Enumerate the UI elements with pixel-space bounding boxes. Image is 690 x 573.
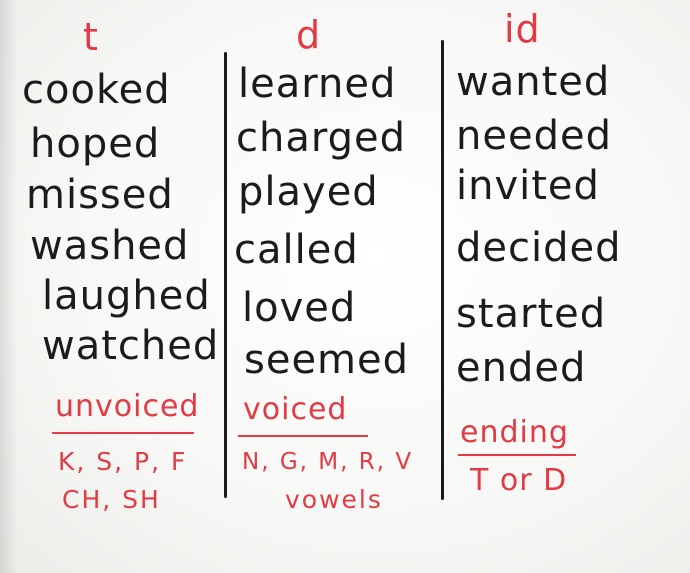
column-header-t: t bbox=[83, 15, 99, 59]
word-missed: missed bbox=[26, 172, 174, 218]
word-ended: ended bbox=[456, 345, 587, 391]
word-wanted: wanted bbox=[456, 59, 611, 105]
word-learned: learned bbox=[238, 61, 397, 107]
word-called: called bbox=[234, 227, 359, 273]
column-divider-left bbox=[224, 52, 227, 498]
rule-label-ending: ending bbox=[460, 415, 569, 450]
column-header-id: id bbox=[504, 7, 541, 51]
column-divider-right bbox=[441, 40, 444, 500]
word-invited: invited bbox=[456, 163, 600, 209]
column-header-d: d bbox=[296, 13, 322, 57]
rule-line-voiced-vowels: vowels bbox=[285, 485, 383, 514]
word-seemed: seemed bbox=[244, 337, 410, 383]
rule-underline-ending bbox=[458, 454, 576, 456]
rule-line-ending-letters: T or D bbox=[470, 463, 568, 498]
word-decided: decided bbox=[456, 225, 622, 271]
rule-line-unvoiced-digraphs: CH, SH bbox=[62, 485, 161, 514]
word-needed: needed bbox=[456, 113, 612, 159]
word-laughed: laughed bbox=[42, 273, 211, 319]
word-watched: watched bbox=[42, 323, 220, 369]
rule-label-voiced: voiced bbox=[243, 392, 348, 427]
rule-underline-unvoiced bbox=[52, 432, 194, 434]
word-charged: charged bbox=[236, 115, 406, 161]
word-loved: loved bbox=[242, 285, 357, 331]
rule-line-unvoiced-consonants: K, S, P, F bbox=[58, 447, 188, 476]
word-washed: washed bbox=[30, 223, 190, 269]
board-edge-shadow bbox=[0, 0, 18, 573]
word-played: played bbox=[238, 169, 379, 215]
word-cooked: cooked bbox=[22, 67, 171, 113]
word-started: started bbox=[456, 291, 607, 337]
word-hoped: hoped bbox=[30, 121, 161, 167]
rule-line-voiced-consonants: N, G, M, R, V bbox=[242, 449, 414, 475]
rule-underline-voiced bbox=[238, 435, 368, 437]
rule-label-unvoiced: unvoiced bbox=[55, 389, 200, 424]
